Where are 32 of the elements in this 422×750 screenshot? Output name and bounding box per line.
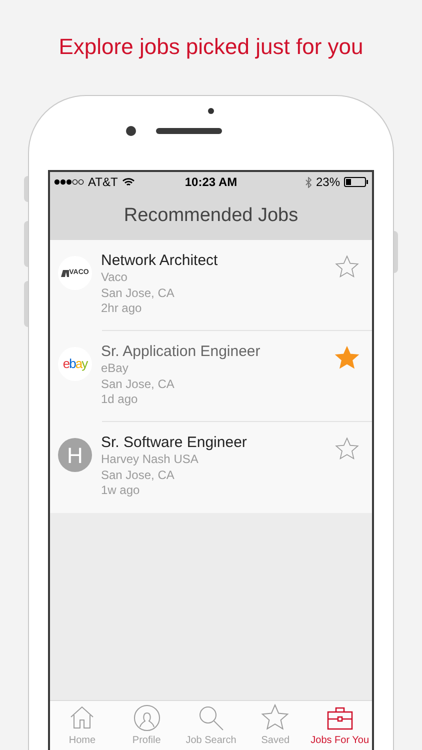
job-title: Network Architect <box>101 252 219 270</box>
company-name: Vaco <box>101 270 128 286</box>
save-star-button[interactable] <box>334 254 360 280</box>
company-name: eBay <box>101 361 130 376</box>
posted-time: 2hr ago <box>101 301 143 316</box>
posted-time: 1d ago <box>101 392 139 408</box>
job-location: San Jose, CA <box>101 376 176 392</box>
job-row[interactable]: H Sr. Software Engineer Harvey Nash USA San Jose, CA 1w ago <box>50 422 372 513</box>
job-title: Sr. Software Engineer <box>101 434 248 452</box>
headline: Explore jobs picked just for you <box>58 33 364 61</box>
signal-icon <box>54 179 84 185</box>
status-time: 10:23 AM <box>184 174 238 191</box>
save-star-button[interactable] <box>334 436 360 462</box>
company-name: Harvey Nash USA <box>101 452 200 468</box>
job-location: San Jose, CA <box>101 286 176 301</box>
battery-icon <box>344 177 368 187</box>
carrier-name: AT&T <box>88 174 118 191</box>
save-star-button[interactable] <box>334 345 360 371</box>
company-logo: ebay <box>58 347 92 381</box>
company-logo: H <box>58 438 92 472</box>
wifi-icon <box>122 177 135 187</box>
screen-title: Recommended Jobs <box>50 192 372 240</box>
posted-time: 1w ago <box>101 483 141 498</box>
job-location: San Jose, CA <box>101 468 176 483</box>
tab-button[interactable]: Jobs For You <box>308 701 372 750</box>
search-icon <box>197 704 226 732</box>
job-title: Sr. Application Engineer <box>101 343 262 361</box>
speaker-slot <box>156 128 222 134</box>
bluetooth-icon <box>304 176 312 188</box>
star-icon <box>261 704 290 732</box>
battery-percent: 23% <box>316 174 340 191</box>
person-icon <box>132 704 161 732</box>
